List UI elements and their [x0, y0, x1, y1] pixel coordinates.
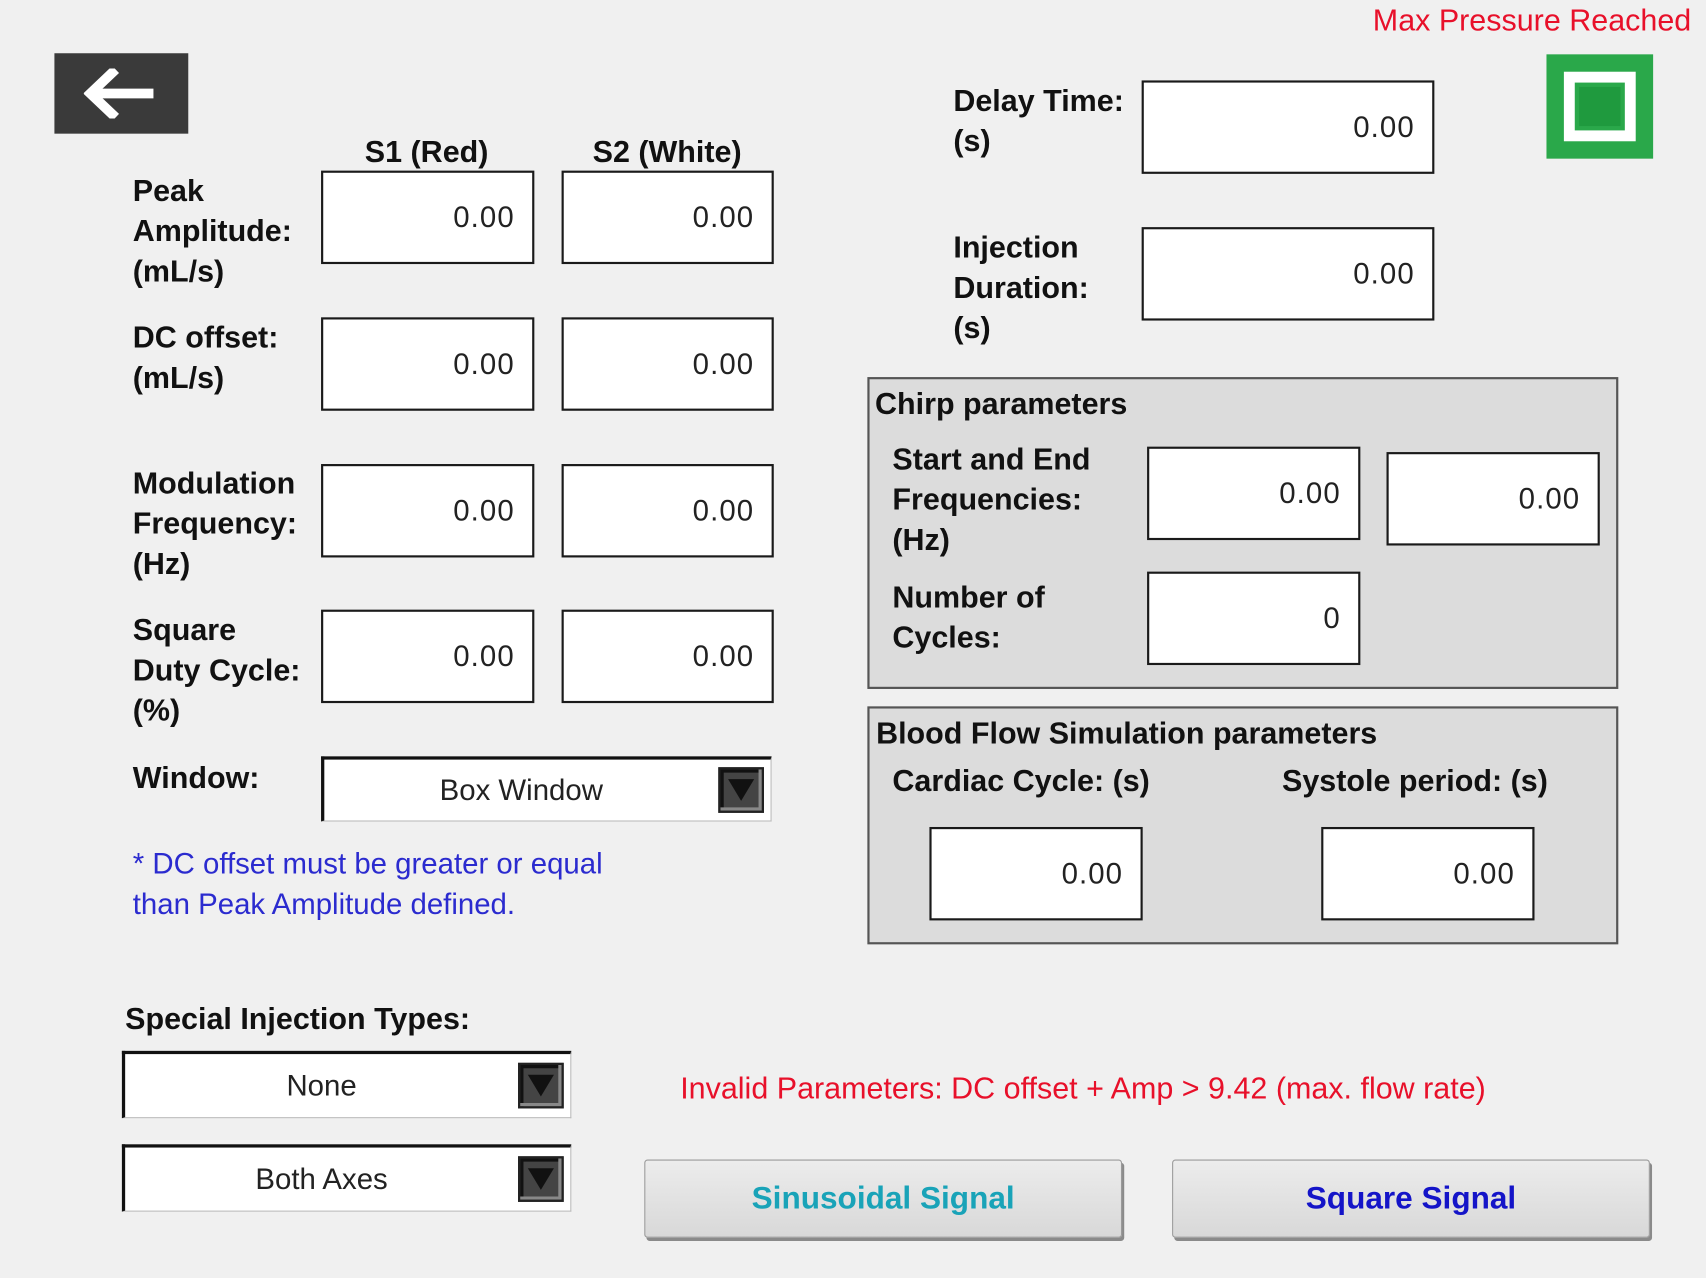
chirp-cycles-input[interactable]: 0 [1147, 571, 1361, 666]
modulation-frequency-s1-input[interactable]: 0.00 [321, 464, 535, 558]
injection-type-selected-value: None [286, 1068, 357, 1102]
systole-period-input[interactable]: 0.00 [1321, 826, 1535, 921]
peak-amplitude-s2-input[interactable]: 0.00 [561, 170, 774, 265]
chevron-down-icon[interactable] [718, 767, 764, 813]
dc-offset-note: * DC offset must be greater or equal tha… [132, 847, 603, 921]
square-duty-cycle-s1-input[interactable]: 0.00 [321, 609, 535, 704]
status-indicator[interactable] [1546, 54, 1654, 159]
sinusoidal-signal-button[interactable]: Sinusoidal Signal [644, 1159, 1123, 1238]
square-duty-cycle-s2-input[interactable]: 0.00 [561, 609, 774, 704]
chevron-down-icon[interactable] [518, 1156, 564, 1202]
window-selected-value: Box Window [439, 773, 603, 806]
stop-indicator-icon [1563, 71, 1636, 142]
peak-amplitude-s1-input[interactable]: 0.00 [321, 170, 535, 265]
injection-axes-selected-value: Both Axes [255, 1162, 388, 1195]
column-header-s1: S1 (Red) [364, 134, 489, 169]
modulation-frequency-s2-input[interactable]: 0.00 [561, 464, 774, 558]
delay-time-label: Delay Time: (s) [953, 83, 1124, 158]
cardiac-cycle-input[interactable]: 0.00 [929, 826, 1143, 921]
window-dropdown[interactable]: Box Window [321, 756, 772, 822]
chirp-start-frequency-input[interactable]: 0.00 [1147, 446, 1361, 541]
chirp-frequencies-label: Start and End Frequencies: (Hz) [892, 442, 1091, 557]
window-label: Window: [132, 760, 260, 795]
blood-flow-parameters-title: Blood Flow Simulation parameters [876, 716, 1378, 750]
chevron-down-icon[interactable] [518, 1062, 564, 1109]
chirp-parameters-group: Chirp parameters Start and End Frequenci… [867, 377, 1619, 689]
chirp-end-frequency-input[interactable]: 0.00 [1386, 452, 1600, 546]
delay-time-input[interactable]: 0.00 [1141, 80, 1435, 174]
injection-duration-input[interactable]: 0.00 [1141, 227, 1435, 321]
special-injection-label: Special Injection Types: [125, 1001, 471, 1036]
back-button[interactable] [54, 53, 189, 134]
cardiac-cycle-label: Cardiac Cycle: (s) [892, 763, 1150, 798]
injection-duration-label: Injection Duration: (s) [953, 230, 1089, 345]
injection-type-dropdown[interactable]: None [121, 1050, 572, 1119]
dc-offset-label: DC offset: (mL/s) [132, 320, 279, 395]
dc-offset-s1-input[interactable]: 0.00 [321, 317, 535, 411]
chirp-parameters-title: Chirp parameters [874, 386, 1128, 421]
max-pressure-warning: Max Pressure Reached [1372, 3, 1692, 37]
validation-error-message: Invalid Parameters: DC offset + Amp > 9.… [680, 1071, 1486, 1106]
injection-axes-dropdown[interactable]: Both Axes [121, 1144, 572, 1212]
arrow-left-icon [83, 68, 153, 119]
chirp-cycles-label: Number of Cycles: [892, 580, 1045, 655]
column-header-s2: S2 (White) [592, 134, 742, 169]
square-signal-button[interactable]: Square Signal [1172, 1159, 1650, 1238]
modulation-frequency-label: Modulation Frequency: (Hz) [132, 466, 298, 581]
dc-offset-s2-input[interactable]: 0.00 [561, 317, 774, 411]
peak-amplitude-label: Peak Amplitude: (mL/s) [132, 173, 292, 288]
systole-period-label: Systole period: (s) [1282, 763, 1548, 798]
square-duty-cycle-label: Square Duty Cycle: (%) [132, 612, 301, 728]
blood-flow-parameters-group: Blood Flow Simulation parameters Cardiac… [867, 706, 1619, 945]
